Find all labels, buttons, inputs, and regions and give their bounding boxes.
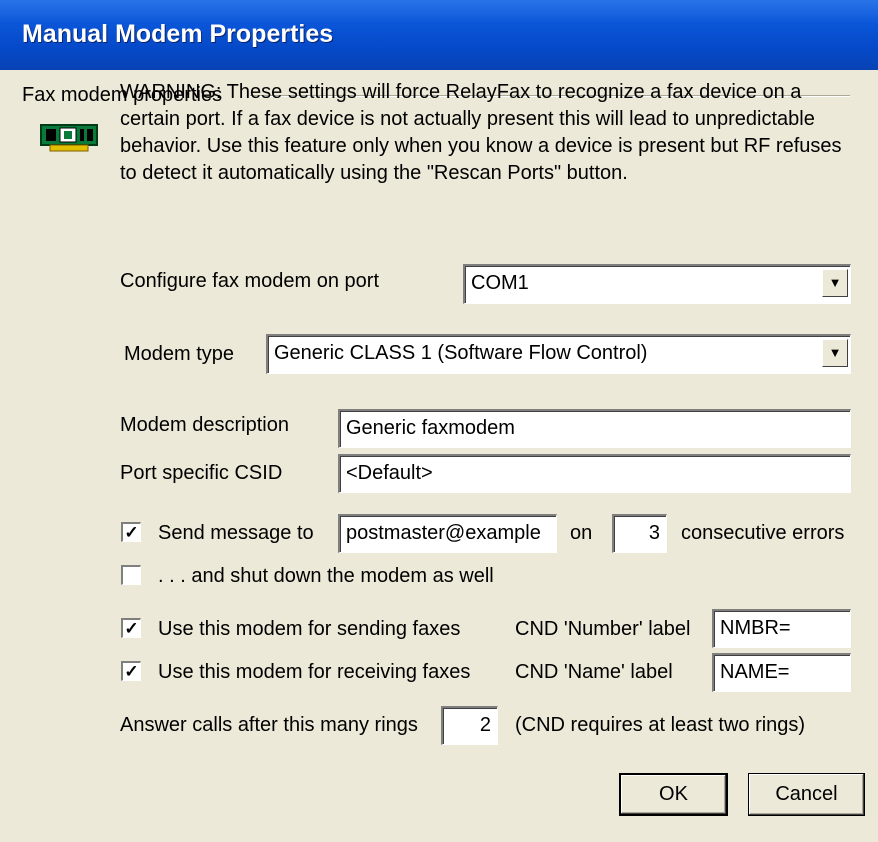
shutdown-label: . . . and shut down the modem as well xyxy=(158,565,494,587)
send-message-address-input[interactable]: postmaster@example xyxy=(338,514,557,553)
cnd-number-label: CND 'Number' label xyxy=(515,618,691,640)
on-label: on xyxy=(570,522,593,544)
rings-label: Answer calls after this many rings xyxy=(120,714,418,736)
cnd-name-label: CND 'Name' label xyxy=(515,661,673,683)
modem-type-value: Generic CLASS 1 (Software Flow Control) xyxy=(274,342,648,364)
rings-note: (CND requires at least two rings) xyxy=(515,714,806,736)
shutdown-checkbox[interactable] xyxy=(121,565,141,585)
cnd-number-input[interactable]: NMBR= xyxy=(712,609,851,648)
consecutive-errors-label: consecutive errors xyxy=(681,522,845,544)
csid-input[interactable]: <Default> xyxy=(338,454,851,493)
window-title: Manual Modem Properties xyxy=(22,20,334,48)
use-receiving-checkbox[interactable]: ✓ xyxy=(121,661,141,681)
port-label: Configure fax modem on port xyxy=(120,270,380,292)
title-bar: Manual Modem Properties xyxy=(0,0,878,70)
fax-modem-card-icon xyxy=(40,124,98,152)
use-sending-label: Use this modem for sending faxes xyxy=(158,618,461,640)
ok-button[interactable]: OK xyxy=(619,773,728,816)
description-label: Modem description xyxy=(120,414,289,436)
send-message-label: Send message to xyxy=(158,522,314,544)
modem-type-label: Modem type xyxy=(124,343,235,365)
csid-label: Port specific CSID xyxy=(120,462,283,484)
warning-text: WARNING: These settings will force Relay… xyxy=(120,81,842,184)
cancel-button[interactable]: Cancel xyxy=(748,773,865,816)
description-input[interactable]: Generic faxmodem xyxy=(338,409,851,448)
modem-type-select[interactable]: Generic CLASS 1 (Software Flow Control) … xyxy=(266,334,851,374)
rings-input[interactable]: 2 xyxy=(441,706,498,745)
port-select[interactable]: COM1 ▼ xyxy=(463,264,851,304)
modem-type-dropdown-arrow-icon[interactable]: ▼ xyxy=(822,339,848,367)
send-message-checkbox[interactable]: ✓ xyxy=(121,522,141,542)
consecutive-errors-input[interactable]: 3 xyxy=(612,514,667,553)
port-dropdown-arrow-icon[interactable]: ▼ xyxy=(822,269,848,297)
use-receiving-label: Use this modem for receiving faxes xyxy=(158,661,471,683)
cnd-name-input[interactable]: NAME= xyxy=(712,653,851,692)
port-value: COM1 xyxy=(471,272,529,294)
use-sending-checkbox[interactable]: ✓ xyxy=(121,618,141,638)
